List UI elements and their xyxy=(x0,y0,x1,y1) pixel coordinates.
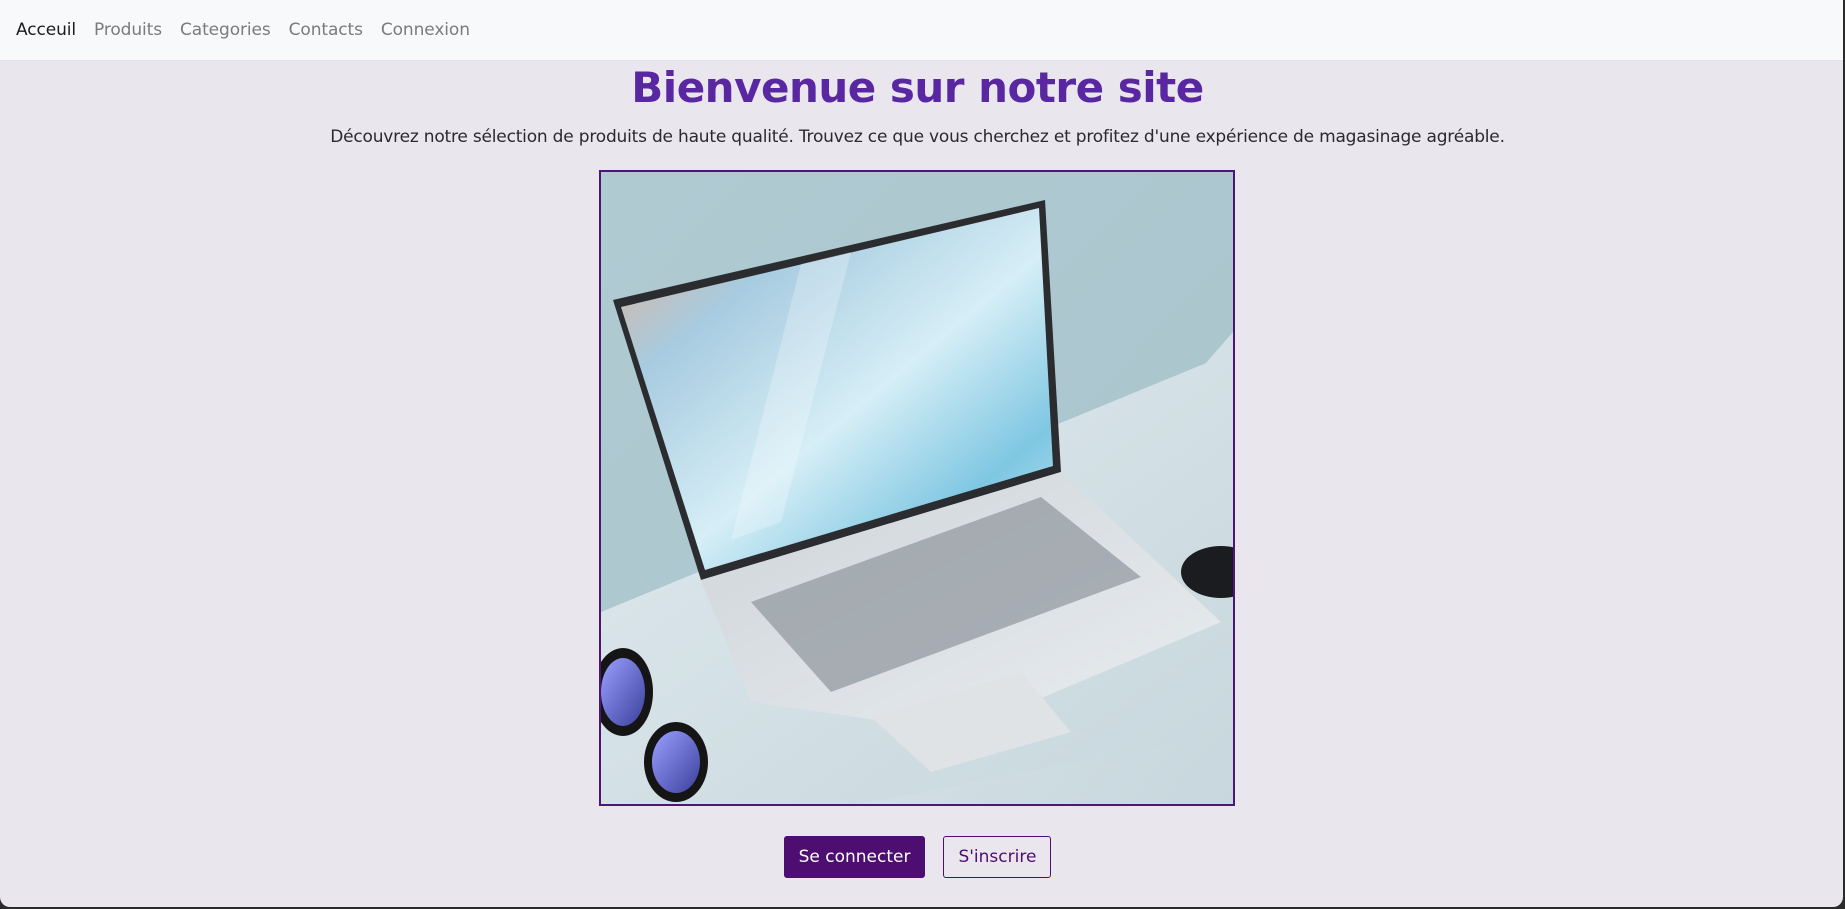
auth-buttons: Se connecter S'inscrire xyxy=(0,836,1835,878)
nav-link-categories[interactable]: Categories xyxy=(180,20,271,40)
signup-button[interactable]: S'inscrire xyxy=(943,836,1052,878)
nav-link-produits[interactable]: Produits xyxy=(94,20,162,40)
laptop-photo xyxy=(599,170,1235,806)
hero-description: Découvrez notre sélection de produits de… xyxy=(330,127,1505,147)
nav-link-connexion[interactable]: Connexion xyxy=(381,20,470,40)
browser-page: Acceuil Produits Categories Contacts Con… xyxy=(0,0,1843,907)
login-button[interactable]: Se connecter xyxy=(783,836,926,878)
nav-link-acceuil[interactable]: Acceuil xyxy=(16,20,76,40)
page-title: Bienvenue sur notre site xyxy=(631,63,1204,112)
top-navbar: Acceuil Produits Categories Contacts Con… xyxy=(0,0,1843,61)
nav-link-contacts[interactable]: Contacts xyxy=(289,20,363,40)
